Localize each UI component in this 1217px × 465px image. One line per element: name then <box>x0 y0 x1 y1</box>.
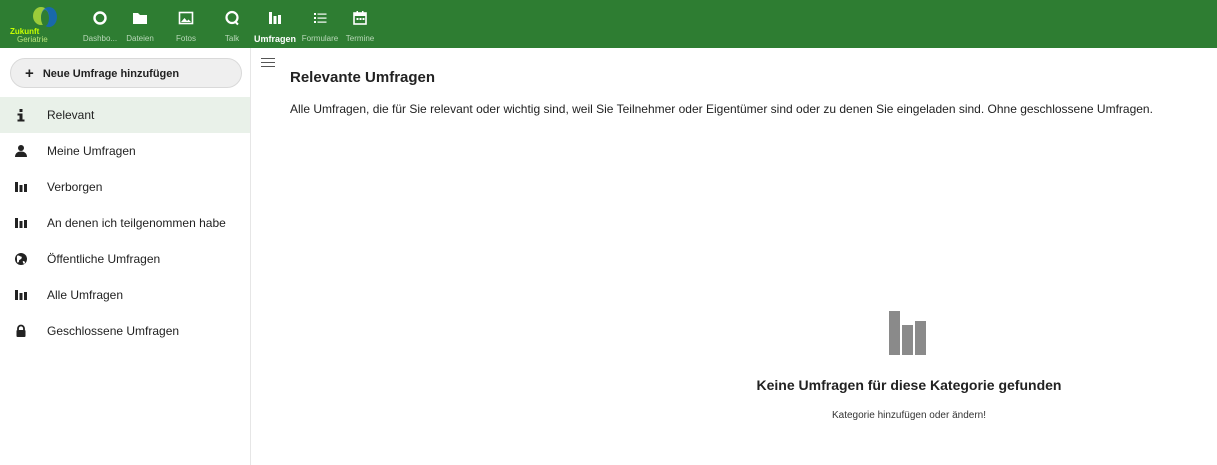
sidebar-item-my-polls[interactable]: Meine Umfragen <box>0 133 250 169</box>
calendar-icon <box>353 11 367 25</box>
sidebar-item-closed[interactable]: Geschlossene Umfragen <box>0 313 250 349</box>
lock-icon <box>16 324 26 337</box>
poll-bars-icon <box>269 12 281 24</box>
sidebar-item-hidden[interactable]: Verborgen <box>0 169 250 205</box>
page-title: Relevante Umfragen <box>290 69 436 86</box>
sidebar: + Neue Umfrage hinzufügen Relevant Meine… <box>0 48 251 465</box>
info-icon <box>17 109 25 122</box>
app-label: Formulare <box>301 34 339 43</box>
sidebar-item-all[interactable]: Alle Umfragen <box>0 277 250 313</box>
app-calendar[interactable]: Termine <box>342 6 378 46</box>
app-label: Dashbo... <box>82 34 118 43</box>
logo-text: Zukunft Geriatrie <box>10 28 72 44</box>
app-photos[interactable]: Fotos <box>168 6 204 46</box>
app-forms[interactable]: Formulare <box>298 6 342 46</box>
app-logo[interactable]: Zukunft Geriatrie <box>10 4 72 44</box>
app-talk[interactable]: Talk <box>214 6 250 46</box>
app-polls[interactable]: Umfragen <box>250 6 300 46</box>
image-icon <box>178 11 194 25</box>
app-label: Umfragen <box>253 34 297 44</box>
talk-bubble-icon <box>225 10 239 26</box>
sidebar-item-participated[interactable]: An denen ich teilgenommen habe <box>0 205 250 241</box>
poll-bars-icon <box>15 218 27 228</box>
sidebar-item-label: Meine Umfragen <box>47 144 136 158</box>
sidebar-toggle-icon[interactable] <box>261 58 275 70</box>
plus-icon: + <box>25 65 34 82</box>
sidebar-item-label: Alle Umfragen <box>47 288 124 302</box>
app-label: Termine <box>345 34 375 43</box>
globe-icon <box>15 253 27 265</box>
top-header: Zukunft Geriatrie Dashbo... Dateien Foto… <box>0 0 1217 48</box>
logo-line2: Geriatrie <box>17 35 48 44</box>
dashboard-circle-icon <box>93 11 107 25</box>
poll-bars-icon <box>15 290 27 300</box>
empty-state-subtitle: Kategorie hinzufügen oder ändern! <box>831 410 986 421</box>
app-label: Dateien <box>126 34 154 43</box>
new-poll-button[interactable]: + Neue Umfrage hinzufügen <box>10 58 242 88</box>
user-icon <box>15 145 27 157</box>
sidebar-item-public[interactable]: Öffentliche Umfragen <box>0 241 250 277</box>
sidebar-item-label: Relevant <box>47 108 95 122</box>
page-description: Alle Umfragen, die für Sie relevant oder… <box>290 102 1153 116</box>
app-label: Talk <box>224 34 240 43</box>
poll-bars-icon <box>15 182 27 192</box>
poll-bars-icon <box>889 311 926 355</box>
sidebar-item-label: Öffentliche Umfragen <box>47 252 161 266</box>
sidebar-item-relevant[interactable]: Relevant <box>0 97 250 133</box>
folder-icon <box>133 13 147 24</box>
app-label: Fotos <box>175 34 197 43</box>
app-dashboard[interactable]: Dashbo... <box>80 6 120 46</box>
empty-state-title: Keine Umfragen für diese Kategorie gefun… <box>756 377 1062 393</box>
list-icon <box>314 13 327 23</box>
sidebar-item-label: An denen ich teilgenommen habe <box>47 216 226 230</box>
app-files[interactable]: Dateien <box>122 6 158 46</box>
new-poll-label: Neue Umfrage hinzufügen <box>42 68 180 80</box>
sidebar-item-label: Verborgen <box>47 180 103 194</box>
sidebar-item-label: Geschlossene Umfragen <box>47 324 180 338</box>
